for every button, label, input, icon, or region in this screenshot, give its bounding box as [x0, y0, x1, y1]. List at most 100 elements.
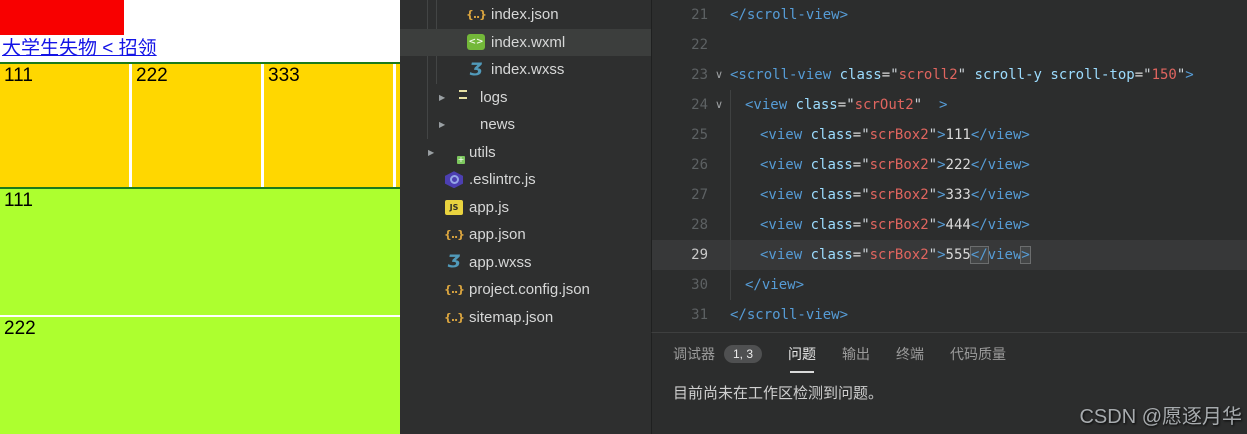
scroll-box-111: 111 [0, 189, 400, 315]
token-attr: scroll-y [974, 67, 1042, 83]
token-attr: class [839, 67, 882, 83]
editor-indent-guide [730, 90, 731, 300]
chevron-right-icon[interactable]: ▶ [439, 93, 456, 102]
code-line-28[interactable]: 28 <view class="scrBox2">444</view> [652, 210, 1247, 240]
token-tag: </view> [970, 157, 1030, 173]
token-pl: = [852, 247, 862, 263]
tree-item-app.wxss[interactable]: app.wxss [400, 249, 651, 277]
code-line-25[interactable]: 25 <view class="scrBox2">111</view> [652, 120, 1247, 150]
line-number: 30 [691, 277, 708, 293]
code-line-29[interactable]: 29 <view class="scrBox2">555</view> [652, 240, 1247, 270]
code-line-30[interactable]: 30 </view> [652, 270, 1247, 300]
token-tag: > [937, 247, 946, 263]
token-pl: = [881, 67, 891, 83]
line-number: 28 [691, 217, 708, 233]
tree-item-app.js[interactable]: app.js [400, 194, 651, 222]
code-line-31[interactable]: 31 </scroll-view> [652, 300, 1247, 330]
tree-item-.eslintrc.js[interactable]: .eslintrc.js [400, 166, 651, 194]
code-line-23[interactable]: 23 ∨ <scroll-view class="scroll2" scroll-y… [652, 60, 1247, 90]
tree-item-logs[interactable]: ▶ logs [400, 84, 651, 112]
code-line-24[interactable]: 24 ∨ <view class="scrOut2" > [652, 90, 1247, 120]
token-pl: = [852, 157, 862, 173]
tree-item-news[interactable]: ▶ news [400, 111, 651, 139]
code-text: <view class="scrBox2">333</view> [730, 180, 1247, 210]
panel-tab-问题[interactable]: 问题 [788, 344, 817, 373]
tree-item-index.wxss[interactable]: index.wxss [400, 56, 651, 84]
code-line-21[interactable]: 21 </scroll-view> [652, 0, 1247, 30]
scroll-box-333: 333 [264, 64, 393, 187]
panel-tab-label: 调试器 [673, 346, 715, 362]
token-pl: 444 [945, 217, 971, 233]
folder-news-icon [456, 116, 474, 134]
file-label: logs [480, 88, 508, 106]
chevron-right-icon[interactable]: ▶ [428, 148, 445, 157]
token-q: " [957, 67, 967, 83]
json-icon [445, 226, 463, 244]
code-text: <view class="scrBox2">555</view> [730, 240, 1247, 270]
tree-item-index.json[interactable]: index.json [400, 1, 651, 29]
tree-item-sitemap.json[interactable]: sitemap.json [400, 304, 651, 332]
json-icon [445, 308, 463, 326]
nav-link[interactable]: 大学生失物 < 招领 [2, 37, 157, 60]
file-label: app.wxss [469, 253, 532, 271]
line-number: 23 [691, 67, 708, 83]
token-match: </ [969, 246, 989, 264]
panel-tab-label: 问题 [788, 346, 817, 362]
file-tree: index.json index.wxml index.wxss ▶ logs ▶ news… [400, 0, 651, 331]
horizontal-scroll-view[interactable]: 111222333444 [0, 62, 400, 189]
token-q: " [913, 97, 923, 113]
vertical-scroll-view[interactable]: 111 222 [0, 189, 400, 434]
tree-item-project.config.json[interactable]: project.config.json [400, 276, 651, 304]
code-text: <view class="scrBox2">444</view> [730, 210, 1247, 240]
token-q: " [846, 97, 855, 113]
token-q: " [861, 247, 870, 263]
code-line-27[interactable]: 27 <view class="scrBox2">333</view> [652, 180, 1247, 210]
panel-tab-代码质量[interactable]: 代码质量 [950, 344, 1006, 364]
token-tag: > [937, 157, 946, 173]
code-line-22[interactable]: 22 [652, 30, 1247, 60]
token-attr: class [810, 157, 853, 173]
tree-item-app.json[interactable]: app.json [400, 221, 651, 249]
token-tag: </view> [745, 277, 805, 293]
scroll-box-222: 222 [132, 64, 261, 187]
tree-item-index.wxml[interactable]: index.wxml [400, 28, 651, 56]
code-editor[interactable]: 21 </scroll-view> 22 23 ∨ <scroll-view class=… [651, 0, 1247, 332]
code-text: <scroll-view class="scroll2" scroll-y sc… [730, 60, 1247, 90]
panel-tab-终端[interactable]: 终端 [896, 344, 924, 364]
token-q: " [861, 157, 870, 173]
token-attr: class [810, 247, 853, 263]
token-tag: > [938, 97, 948, 113]
token-q: " [928, 247, 938, 263]
code-line-26[interactable]: 26 <view class="scrBox2">222</view> [652, 150, 1247, 180]
file-explorer: index.json index.wxml index.wxss ▶ logs ▶ news… [400, 0, 651, 434]
token-pl: = [837, 97, 847, 113]
panel-tab-调试器[interactable]: 调试器 1, 3 [673, 344, 763, 364]
token-tag: <scroll-view [730, 67, 832, 83]
wxml-icon [467, 34, 485, 51]
token-tag: </scroll-view> [730, 7, 849, 23]
token-tag: <view [760, 247, 803, 263]
file-label: app.js [469, 198, 510, 216]
token-tag: <view [760, 217, 803, 233]
red-block [0, 0, 124, 35]
folder-logs-icon [456, 88, 474, 106]
file-label: index.wxss [491, 61, 565, 79]
fold-chevron-icon[interactable]: ∨ [708, 60, 730, 90]
tree-item-utils[interactable]: ▶ utils [400, 139, 651, 167]
file-label: app.json [469, 226, 526, 244]
line-number: 24 [691, 97, 708, 113]
token-pl: 333 [945, 187, 971, 203]
miniprogram-preview: 大学生失物 < 招领 111222333444 111222 [0, 0, 400, 434]
chevron-right-icon[interactable]: ▶ [439, 120, 456, 129]
fold-chevron-icon[interactable]: ∨ [708, 90, 730, 120]
js-icon [445, 199, 463, 215]
token-attr: scroll-top [1050, 67, 1135, 83]
panel-tab-输出[interactable]: 输出 [842, 344, 870, 364]
line-number: 22 [691, 37, 708, 53]
